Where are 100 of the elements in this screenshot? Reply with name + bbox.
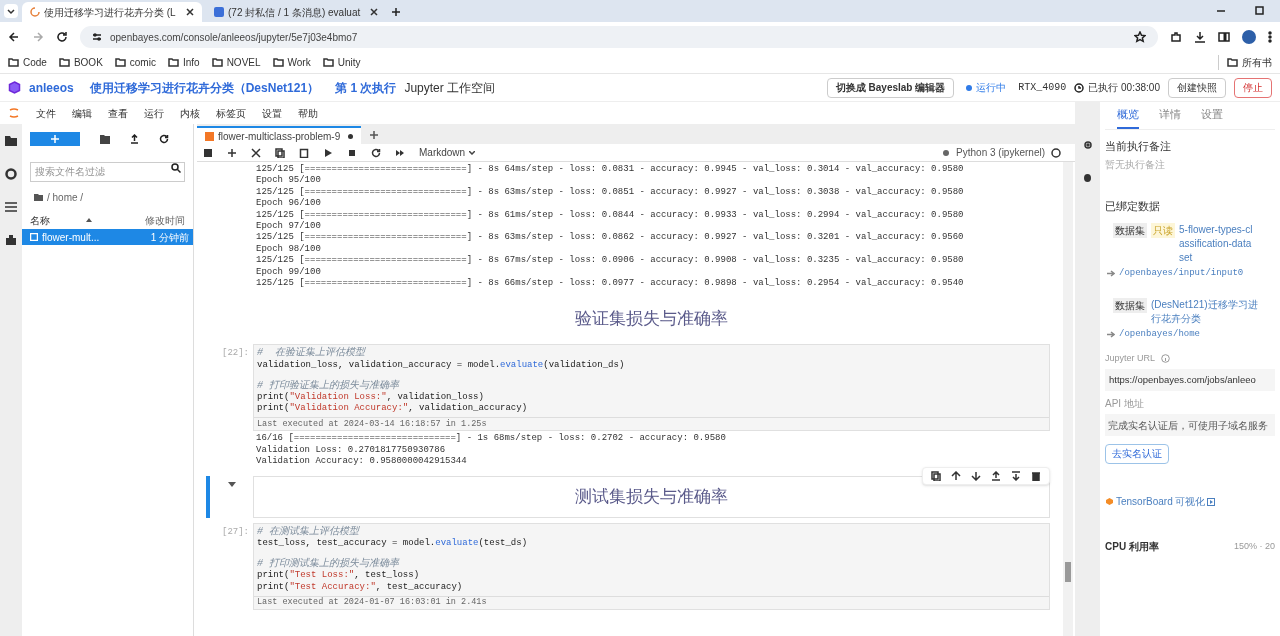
folder-icon <box>8 58 19 67</box>
menu-item[interactable]: 文件 <box>36 105 56 121</box>
menu-item[interactable]: 标签页 <box>216 105 246 121</box>
folder-icon <box>1227 58 1238 67</box>
menu-item[interactable]: 帮助 <box>298 105 318 121</box>
menu-item[interactable]: 设置 <box>262 105 282 121</box>
list-icon[interactable] <box>5 202 17 212</box>
menu-item[interactable]: 运行 <box>144 105 164 121</box>
download-icon[interactable] <box>1194 31 1206 43</box>
mount-path[interactable]: /openbayes/input/input0 <box>1119 266 1244 280</box>
folder-icon <box>272 58 284 67</box>
restore-icon[interactable] <box>1254 6 1264 16</box>
copy-icon[interactable] <box>275 147 285 158</box>
column-header[interactable]: 名称 <box>30 212 50 228</box>
cut-icon[interactable] <box>251 147 261 158</box>
upload-icon[interactable] <box>130 134 139 144</box>
verify-button[interactable]: 去实名认证 <box>1105 443 1169 464</box>
menu-item[interactable]: 编辑 <box>72 105 92 121</box>
bookmark[interactable]: comic <box>114 55 156 70</box>
panel-tab[interactable]: 详情 <box>1159 106 1181 129</box>
search-field[interactable]: 搜索文件名过滤 <box>30 161 185 182</box>
duplicate-icon[interactable] <box>931 470 941 481</box>
menu-item[interactable]: 查看 <box>108 105 128 121</box>
save-icon[interactable] <box>203 147 213 158</box>
avatar[interactable] <box>1242 30 1256 44</box>
cell-prompt: [27]: <box>221 525 250 539</box>
bookmark[interactable]: Unity <box>322 55 361 70</box>
bookmark[interactable]: Work <box>272 55 311 70</box>
move-down-icon[interactable] <box>971 470 981 481</box>
output-line: Validation Accuracy: 0.9580000042915344 <box>256 456 468 468</box>
new-launcher-button[interactable] <box>30 132 80 146</box>
close-icon[interactable] <box>370 8 378 16</box>
kernel-name[interactable]: Python 3 (ipykernel) <box>956 145 1045 160</box>
bookmark[interactable]: BOOK <box>58 55 103 70</box>
more-icon[interactable] <box>1268 31 1272 43</box>
collapse-caret-icon[interactable] <box>227 481 236 487</box>
mount-path[interactable]: /openbayes/home <box>1119 328 1200 342</box>
notebook-tab[interactable]: flower-multiclass-problem-9 <box>197 126 362 144</box>
breadcrumb[interactable]: / home / <box>47 190 84 205</box>
panel-tab[interactable]: 概览 <box>1117 106 1139 129</box>
new-folder-icon[interactable] <box>100 134 110 144</box>
output-line: Epoch 97/100 <box>256 221 322 232</box>
address-bar[interactable]: openbayes.com/console/anleeos/jupyter/5e7j03e4bmo7 <box>80 26 1158 48</box>
close-icon[interactable] <box>186 8 194 16</box>
loading-icon <box>30 7 40 17</box>
code-cell[interactable]: # 在测试集上评估模型 test_loss, test_accuracy = model.evaluate(test_ds) # 打印测试集上的损失与准确率 print("Test Loss:", test_loss) print("Test Accuracy:", test_accuracy) Last executed at 2024-01-07 16:03:01 in 2.41s <box>253 522 1050 610</box>
back-icon[interactable] <box>8 31 20 43</box>
section-title: 当前执行备注 <box>1105 138 1172 154</box>
bookmark[interactable]: NOVEL <box>211 55 261 70</box>
restart-icon[interactable] <box>371 147 381 158</box>
stop-button[interactable]: 停止 <box>1234 77 1272 98</box>
markdown-cell[interactable]: 测试集损失与准确率 <box>253 475 1050 518</box>
refresh-icon[interactable] <box>159 134 169 144</box>
browser-tab[interactable]: 使用迁移学习进行花卉分类 (L <box>22 2 202 22</box>
search-icon <box>171 163 181 173</box>
browser-tab[interactable]: (72 封私信 / 1 条消息) evaluat <box>206 2 386 22</box>
move-up-icon[interactable] <box>951 470 961 481</box>
run-link[interactable]: 第 1 次执行 <box>335 78 397 97</box>
field-label: Jupyter URL <box>1105 351 1156 365</box>
sidebar-icon[interactable] <box>1218 31 1230 43</box>
stop-icon[interactable] <box>347 147 357 158</box>
dataset-link[interactable]: (DesNet121)迁移学习进行花卉分类 <box>1151 298 1261 326</box>
snapshot-button[interactable]: 创建快照 <box>1168 77 1226 98</box>
bookmark[interactable]: 所有书 <box>1218 55 1272 70</box>
run-icon[interactable] <box>323 147 333 158</box>
folder-icon <box>114 58 126 67</box>
switch-editor-button[interactable]: 切换成 Bayeslab 编辑器 <box>826 77 955 98</box>
folder-icon <box>58 58 70 67</box>
scrollbar-thumb[interactable] <box>1065 562 1071 582</box>
insert-above-icon[interactable] <box>991 470 1001 481</box>
plus-icon[interactable] <box>227 147 237 158</box>
caret-icon <box>469 150 476 155</box>
project-link[interactable]: 使用迁移学习进行花卉分类（DesNet121） <box>89 78 320 97</box>
dropdown-icon[interactable] <box>4 4 18 18</box>
file-item[interactable]: flower-mult... 1 分钟前 <box>22 229 193 245</box>
reload-icon[interactable] <box>56 31 68 43</box>
bookmark[interactable]: Code <box>8 55 47 70</box>
paste-icon[interactable] <box>299 147 309 158</box>
panel-tab[interactable]: 设置 <box>1201 106 1223 129</box>
delete-icon[interactable] <box>1031 470 1041 481</box>
output-line: Validation Loss: 0.2701817750930786 <box>256 444 447 456</box>
folder-icon[interactable] <box>5 136 17 146</box>
metric-value: 150% · 20 <box>1233 539 1275 553</box>
markdown-cell[interactable]: 验证集损失与准确率 <box>253 297 1050 340</box>
user-link[interactable]: anleeos <box>29 78 74 97</box>
new-tab-icon[interactable] <box>390 6 402 18</box>
url-field[interactable]: https://openbayes.com/jobs/anleeo <box>1105 369 1275 391</box>
menu-item[interactable]: 内核 <box>180 105 200 121</box>
star-icon[interactable] <box>1134 31 1146 43</box>
code-cell[interactable] <box>253 344 1050 432</box>
bookmark[interactable]: Info <box>167 55 200 70</box>
cell-type-dropdown[interactable]: Markdown <box>419 145 476 160</box>
sort-up-icon <box>86 218 92 222</box>
insert-below-icon[interactable] <box>1011 470 1021 481</box>
output-line: 125/125 [==============================] - 8s 63ms/step - loss: 0.0862 - accuracy: 0.9927 - val_loss: 0.3201 - val_accuracy: 0.9560 <box>256 232 965 244</box>
column-header[interactable]: 修改时间 <box>145 212 185 228</box>
dataset-link[interactable]: 5-flower-types-classification-dataset <box>1179 222 1253 265</box>
fast-forward-icon[interactable] <box>395 147 405 158</box>
tensorboard-link[interactable]: TensorBoard 可视化 <box>1105 494 1275 509</box>
app-icon <box>214 7 224 17</box>
